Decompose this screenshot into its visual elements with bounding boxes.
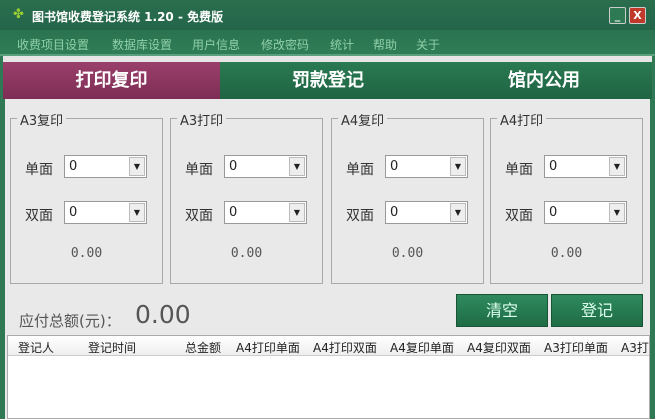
chevron-down-icon[interactable]: ▼ [289,157,305,176]
double-label: 双面 [346,208,374,224]
chevron-down-icon[interactable]: ▼ [609,203,625,222]
select-value: 0 [69,205,78,220]
select-value: 0 [229,159,238,174]
col-a3-print[interactable]: A3打印 [621,339,649,355]
group-title: A4复印 [338,110,388,129]
group-a3-print: A3打印 单面 0 ▼ 双面 0 ▼ 0.00 [170,110,323,284]
group-amount: 0.00 [70,246,103,261]
a3-print-single-select[interactable]: 0 ▼ [224,155,307,178]
group-title: A4打印 [497,110,547,129]
a4-print-single-select[interactable]: 0 ▼ [544,155,627,178]
group-title: A3复印 [17,110,67,129]
chevron-down-icon[interactable]: ▼ [450,157,466,176]
group-amount: 0.00 [550,246,583,261]
minimize-button[interactable]: _ [609,7,626,24]
col-a4-copy-single[interactable]: A4复印单面 [390,339,454,355]
total-label: 应付总额(元)： [19,312,121,330]
menu-about[interactable]: 关于 [416,36,440,53]
select-value: 0 [390,205,399,220]
a3-print-double-select[interactable]: 0 ▼ [224,201,307,224]
single-label: 单面 [25,162,53,178]
total-value: 0.00 [135,300,191,329]
records-table: 登记人 登记时间 总金额 A4打印单面 A4打印双面 A4复印单面 A4复印双面… [7,335,650,419]
single-label: 单面 [505,162,533,178]
tab-bar: 打印复印 罚款登记 馆内公用 [3,62,652,99]
col-a4-copy-double[interactable]: A4复印双面 [467,339,531,355]
register-button[interactable]: 登记 [551,294,643,327]
group-a4-print: A4打印 单面 0 ▼ 双面 0 ▼ 0.00 [490,110,643,284]
tab-fine-register[interactable]: 罚款登记 [220,62,436,99]
group-amount: 0.00 [391,246,424,261]
col-a4-print-single[interactable]: A4打印单面 [236,339,300,355]
select-value: 0 [549,205,558,220]
a4-copy-double-select[interactable]: 0 ▼ [385,201,468,224]
col-a3-print-single[interactable]: A3打印单面 [544,339,608,355]
select-value: 0 [69,159,78,174]
menu-fee-settings[interactable]: 收费项目设置 [17,36,89,53]
window-title: 图书馆收费登记系统 1.20 - 免费版 [32,10,224,24]
group-a3-copy: A3复印 单面 0 ▼ 双面 0 ▼ 0.00 [10,110,163,284]
select-value: 0 [549,159,558,174]
menu-user-info[interactable]: 用户信息 [192,36,240,53]
table-header: 登记人 登记时间 总金额 A4打印单面 A4打印双面 A4复印单面 A4复印双面… [8,336,649,356]
clover-icon: ✤ [13,7,24,22]
tab-internal-use[interactable]: 馆内公用 [436,62,652,99]
double-label: 双面 [25,208,53,224]
print-copy-panel: A3复印 单面 0 ▼ 双面 0 ▼ 0.00 A3打印 单面 0 ▼ 双面 0 ▼ 0… [3,99,652,419]
select-value: 0 [229,205,238,220]
a3-copy-single-select[interactable]: 0 ▼ [64,155,147,178]
double-label: 双面 [505,208,533,224]
double-label: 双面 [185,208,213,224]
chevron-down-icon[interactable]: ▼ [609,157,625,176]
select-value: 0 [390,159,399,174]
single-label: 单面 [346,162,374,178]
menu-database-settings[interactable]: 数据库设置 [112,36,172,53]
clear-button[interactable]: 清空 [456,294,548,327]
close-button[interactable]: X [629,7,646,24]
group-a4-copy: A4复印 单面 0 ▼ 双面 0 ▼ 0.00 [331,110,484,284]
group-title: A3打印 [177,110,227,129]
col-register-time[interactable]: 登记时间 [88,339,136,355]
menu-bar: 收费项目设置 数据库设置 用户信息 修改密码 统计 帮助 关于 [0,30,655,56]
single-label: 单面 [185,162,213,178]
chevron-down-icon[interactable]: ▼ [450,203,466,222]
a3-copy-double-select[interactable]: 0 ▼ [64,201,147,224]
chevron-down-icon[interactable]: ▼ [289,203,305,222]
a4-print-double-select[interactable]: 0 ▼ [544,201,627,224]
menu-statistics[interactable]: 统计 [330,36,354,53]
chevron-down-icon[interactable]: ▼ [129,157,145,176]
col-registrant[interactable]: 登记人 [18,339,54,355]
title-bar: ✤ 图书馆收费登记系统 1.20 - 免费版 _ X [0,0,655,30]
tab-print-copy[interactable]: 打印复印 [3,62,220,99]
a4-copy-single-select[interactable]: 0 ▼ [385,155,468,178]
chevron-down-icon[interactable]: ▼ [129,203,145,222]
col-total-amount[interactable]: 总金额 [185,339,221,355]
menu-help[interactable]: 帮助 [373,36,397,53]
group-amount: 0.00 [230,246,263,261]
col-a4-print-double[interactable]: A4打印双面 [313,339,377,355]
menu-change-password[interactable]: 修改密码 [261,36,309,53]
